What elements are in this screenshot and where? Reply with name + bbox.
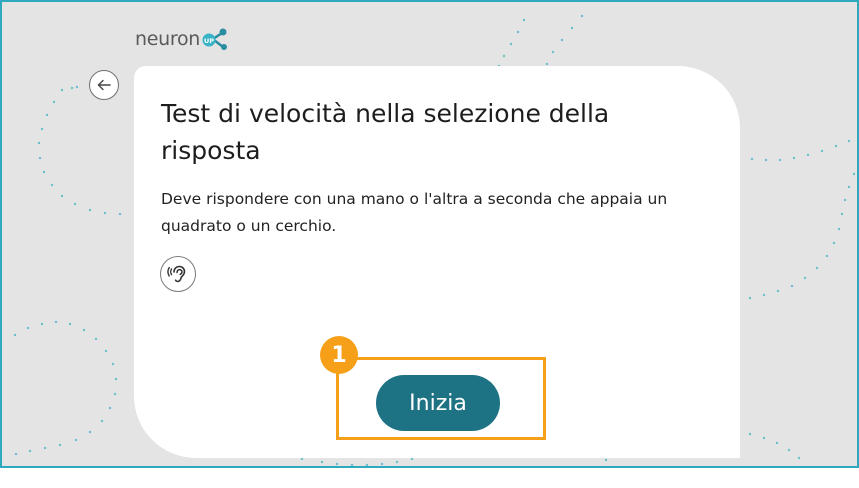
- audio-instructions-button[interactable]: [160, 256, 196, 292]
- activity-description: Deve rispondere con una mano o l'altra a…: [161, 190, 668, 235]
- back-button[interactable]: [89, 70, 119, 100]
- activity-title: Test di velocità nella selezione della r…: [161, 99, 610, 165]
- ear-icon: [167, 265, 186, 283]
- arrow-left-icon: [97, 79, 111, 91]
- neuronup-logo: neuron UP: [135, 28, 230, 50]
- logo-text: neuron: [135, 28, 201, 50]
- step-number-badge: 1: [320, 336, 358, 374]
- logo-molecule-icon: UP: [202, 28, 228, 50]
- logo-badge-text: UP: [204, 37, 214, 45]
- start-button[interactable]: Inizia: [376, 375, 500, 431]
